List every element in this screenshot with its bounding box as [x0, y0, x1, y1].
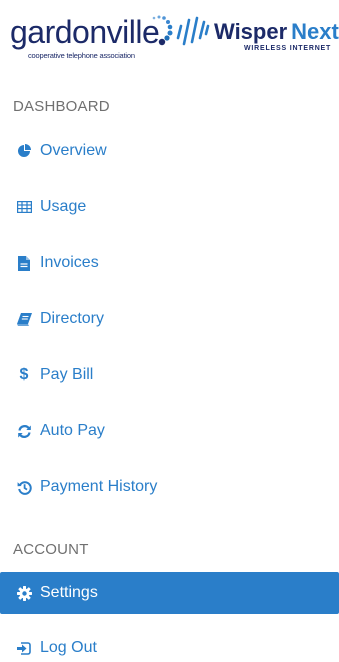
wisper-wordmark-secondary: Next: [291, 19, 339, 44]
wisper-next-wordmark: Wisper Next: [214, 20, 339, 44]
nav-item-overview[interactable]: Overview: [0, 131, 339, 171]
table-icon: [16, 199, 32, 215]
sidebar-nav: gardonville cooperative telephone associ…: [0, 0, 339, 662]
nav-item-pay-bill[interactable]: $ Pay Bill: [0, 355, 339, 395]
nav-item-label: Settings: [40, 584, 98, 601]
nav-item-auto-pay[interactable]: Auto Pay: [0, 411, 339, 451]
book-icon: [16, 311, 32, 327]
nav-item-label: Overview: [40, 142, 107, 159]
nav-item-label: Directory: [40, 310, 105, 327]
wisper-next-logo[interactable]: Wisper Next WIRELESS INTERNET: [172, 12, 339, 62]
sign-out-icon: [16, 640, 32, 656]
gardonville-logo[interactable]: gardonville cooperative telephone associ…: [10, 14, 173, 64]
nav-item-label: Invoices: [40, 254, 99, 271]
refresh-icon: [16, 423, 32, 439]
section-header-dashboard: DASHBOARD: [13, 98, 110, 115]
section-header-account: ACCOUNT: [13, 541, 89, 558]
pie-chart-icon: [16, 143, 32, 159]
nav-item-settings[interactable]: Settings: [0, 572, 339, 614]
history-icon: [16, 479, 32, 495]
wisper-next-tagline: WIRELESS INTERNET: [244, 45, 332, 52]
nav-item-directory[interactable]: Directory: [0, 299, 339, 339]
logo-bar: gardonville cooperative telephone associ…: [0, 0, 339, 72]
nav-item-label: Pay Bill: [40, 366, 94, 383]
nav-item-label: Log Out: [40, 639, 97, 656]
nav-item-label: Usage: [40, 198, 87, 215]
nav-item-log-out[interactable]: Log Out: [0, 628, 339, 662]
wisper-signal-icon: [176, 16, 210, 46]
wisper-wordmark-primary: Wisper: [214, 19, 288, 44]
gear-icon: [16, 585, 32, 601]
nav-item-label: Payment History: [40, 478, 158, 495]
nav-item-payment-history[interactable]: Payment History: [0, 467, 339, 507]
nav-item-invoices[interactable]: Invoices: [0, 243, 339, 283]
gardonville-logo-tagline: cooperative telephone association: [28, 51, 135, 60]
nav-item-label: Auto Pay: [40, 422, 105, 439]
file-text-icon: [16, 255, 32, 271]
gardonville-logo-wordmark: gardonville: [10, 14, 160, 50]
dollar-icon: $: [19, 366, 29, 383]
nav-item-usage[interactable]: Usage: [0, 187, 339, 227]
